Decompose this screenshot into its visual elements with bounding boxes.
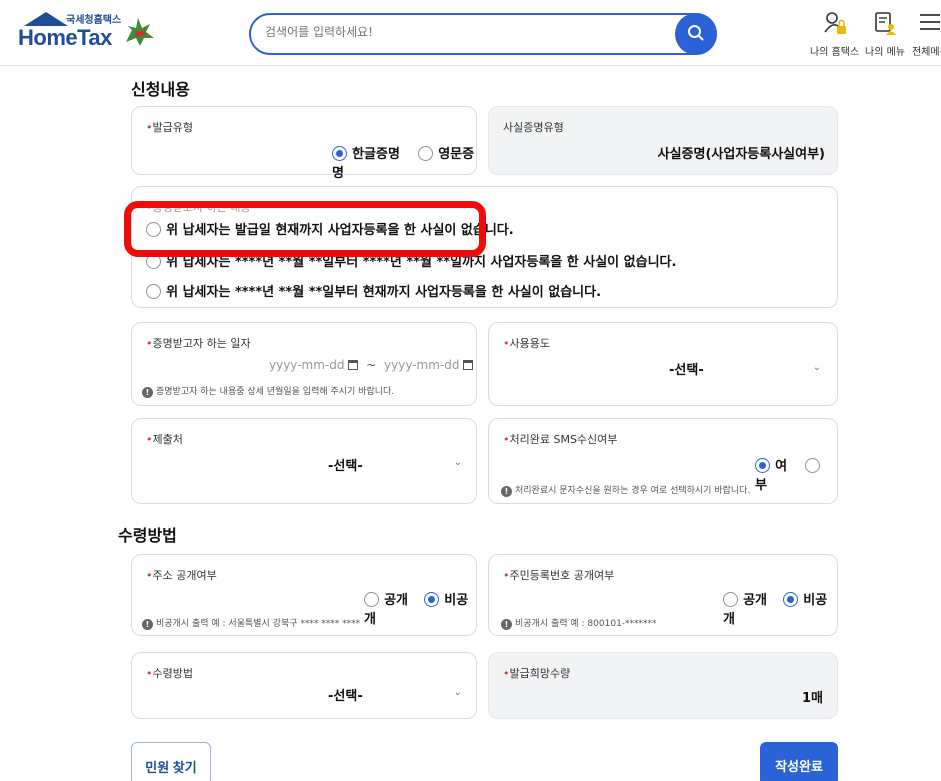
radio-korean[interactable] [332,146,347,161]
calendar-icon[interactable] [463,360,474,370]
search-icon [688,25,704,41]
info-icon: ! [142,619,153,630]
nav-my-hometax[interactable]: 나의 홈택스 [810,10,859,58]
find-complaint-label: 민원 찾기 [145,760,197,775]
submit-to-label: •제출처 [146,433,183,446]
rrn-public-card: •주민등록번호 공개여부 공개 비공개 ! 비공개시 출력 예 : 800101-… [488,554,838,636]
search-button[interactable] [675,13,717,55]
submit-button[interactable]: 작성완료 [760,742,838,781]
radio-rrn-private[interactable] [783,592,799,607]
radio-sms-no-label[interactable]: 부 [755,478,767,493]
nav-my-menu-label: 나의 메뉴 [865,47,905,58]
roof-icon [24,12,68,26]
hometax-logo[interactable]: 국세청홈택스 HomeTax [14,8,164,56]
document-person-icon [875,12,896,35]
radio-sms-yes-label[interactable]: 여 [775,459,787,474]
sms-hint: ! 처리완료시 문자수신을 원하는 경우 여로 선택하시기 바랍니다. [501,483,750,497]
usage-card[interactable]: •사용용도 -선택- ⌄ [488,322,838,406]
rrn-public-label: •주민등록번호 공개여부 [503,569,615,582]
radio-address-private[interactable] [424,592,440,607]
fact-type-card: 사실증명유형 사실증명(사업자등록사실여부) [488,106,838,175]
nav-all-menu-label: 전체메뉴 [912,47,941,58]
chevron-down-icon: ⌄ [812,362,821,373]
issue-type-radio-group: 한글증명 영문증명 [332,143,476,181]
quantity-card: •발급희망수량 1매 [488,652,838,719]
radio-content-3[interactable] [146,284,161,299]
search-input[interactable] [265,25,685,39]
info-icon: ! [501,619,512,630]
radio-sms-no[interactable] [805,458,821,473]
method-select[interactable]: -선택- [328,685,363,704]
date-range: yyyy-mm-dd ~ yyyy-mm-dd [269,358,474,372]
date-from-input[interactable]: yyyy-mm-dd [269,358,344,372]
date-label: •증명받고자 하는 일자 [146,337,251,350]
calendar-icon[interactable] [348,360,359,370]
submit-to-card[interactable]: •제출처 -선택- ⌄ [131,418,477,504]
fact-type-value: 사실증명(사업자등록사실여부) [657,147,825,162]
content-option-2-label[interactable]: 위 납세자는 ****년 **월 **일부터 ****년 **월 **일까지 사… [166,255,676,270]
radio-korean-label[interactable]: 한글증명 [352,147,400,162]
sms-label: •처리완료 SMS수신여부 [503,433,618,446]
address-radio-group: 공개 비공개 [364,589,476,627]
method-card[interactable]: •수령방법 -선택- ⌄ [131,652,477,719]
logo-title: HomeTax [18,25,112,50]
sms-radio-group: 여 부 [755,455,837,493]
method-label: •수령방법 [146,667,193,680]
date-card: •증명받고자 하는 일자 yyyy-mm-dd ~ yyyy-mm-dd ! 증명… [131,322,477,406]
issue-type-card: •발급유형 한글증명 영문증명 [131,106,477,181]
highlight-box [124,201,486,257]
radio-address-public-label[interactable]: 공개 [384,593,408,608]
issue-type-label: •발급유형 [146,121,193,134]
logo-subtitle: 국세청홈택스 [66,15,122,26]
chevron-down-icon: ⌄ [453,457,462,468]
date-to-input[interactable]: yyyy-mm-dd [384,358,459,372]
address-public-card: •주소 공개여부 공개 비공개 ! 비공개시 출력 예 : 서울특별시 강북구 *… [131,554,477,636]
address-hint: ! 비공개시 출력 예 : 서울특별시 강북구 **** **** **** [142,616,360,630]
quantity-label: •발급희망수량 [503,667,571,680]
date-hint: ! 증명받고자 하는 내용중 상세 년월일을 입력해 주시기 바랍니다. [142,384,394,398]
find-complaint-button[interactable]: 민원 찾기 [131,742,211,781]
date-separator: ~ [366,358,377,372]
nav-my-menu[interactable]: 나의 메뉴 [865,10,905,58]
usage-select[interactable]: -선택- [669,359,704,378]
chevron-down-icon: ⌄ [453,687,462,698]
info-icon: ! [501,486,512,497]
usage-label: •사용용도 [503,337,550,350]
person-lock-icon [823,12,846,34]
sms-card: •처리완료 SMS수신여부 여 부 ! 처리완료시 문자수신을 원하는 경우 여로… [488,418,838,504]
radio-address-private-label[interactable]: 비공개 [364,593,468,627]
radio-sms-yes[interactable] [755,458,770,473]
content-option-3-label[interactable]: 위 납세자는 ****년 **월 **일부터 현재까지 사업자등록을 한 사실이… [166,285,601,300]
radio-rrn-private-label[interactable]: 비공개 [723,593,827,627]
top-header: 국세청홈택스 HomeTax 나의 홈택스 [0,0,941,66]
radio-rrn-public[interactable] [723,592,738,607]
submit-label: 작성완료 [775,759,823,774]
section-title-apply: 신청내용 [131,80,190,99]
address-public-label: •주소 공개여부 [146,569,217,582]
radio-english[interactable] [418,146,434,161]
fact-type-label: 사실증명유형 [503,121,564,134]
rrn-hint: ! 비공개시 출력 예 : 800101-******* [501,616,657,630]
content-option-3[interactable]: 위 납세자는 ****년 **월 **일부터 현재까지 사업자등록을 한 사실이… [146,281,601,300]
rrn-radio-group: 공개 비공개 [723,589,837,627]
nav-all-menu[interactable]: 전체메뉴 [912,10,941,58]
section-title-receive: 수령방법 [118,526,177,545]
menu-icon [920,14,941,30]
nav-my-hometax-label: 나의 홈택스 [810,47,860,58]
search-box [249,13,717,55]
quantity-value: 1매 [801,691,823,706]
radio-address-public[interactable] [364,592,379,607]
holly-icon [126,18,154,46]
radio-rrn-public-label[interactable]: 공개 [743,593,767,608]
info-icon: ! [142,387,153,398]
submit-to-select[interactable]: -선택- [328,455,363,474]
